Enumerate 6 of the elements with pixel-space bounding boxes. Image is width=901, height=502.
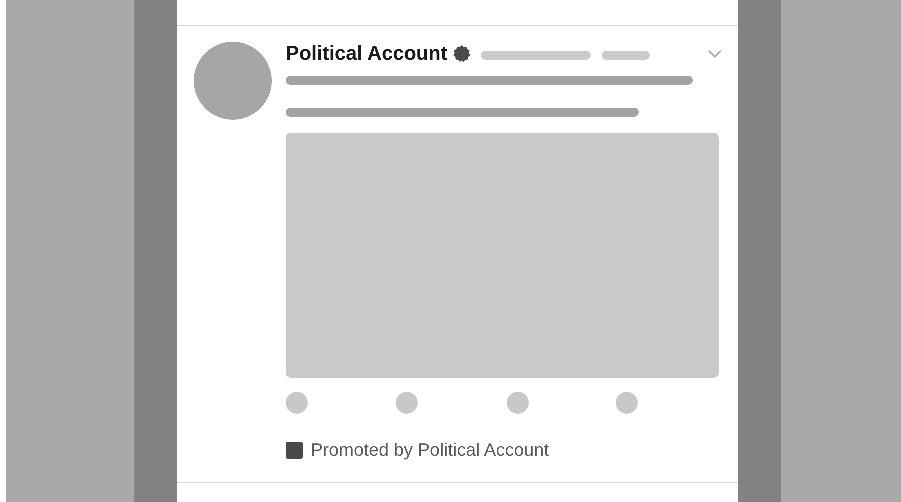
promoted-icon [286, 442, 303, 459]
chevron-down-icon[interactable] [708, 50, 722, 58]
promoted-label: Promoted by Political Account [311, 439, 550, 462]
author-name: Political Account [286, 42, 448, 67]
verified-badge-icon [452, 45, 471, 63]
time-placeholder [602, 51, 650, 60]
